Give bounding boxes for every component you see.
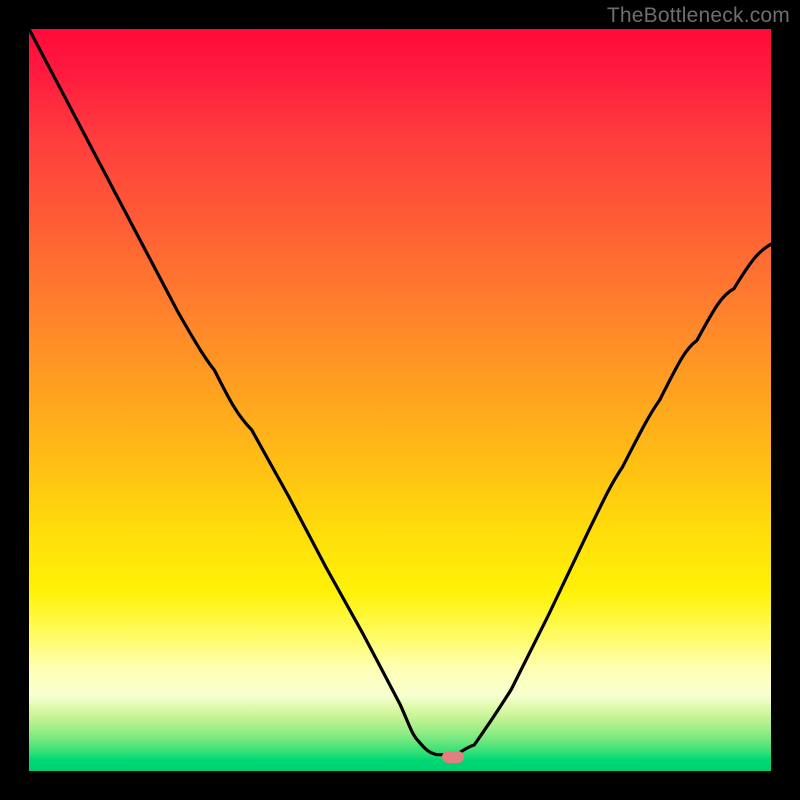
optimal-point-marker [442,751,464,763]
chart-frame: TheBottleneck.com [0,0,800,800]
bottleneck-curve [29,29,771,771]
watermark-text: TheBottleneck.com [607,4,790,28]
plot-area [29,29,771,771]
